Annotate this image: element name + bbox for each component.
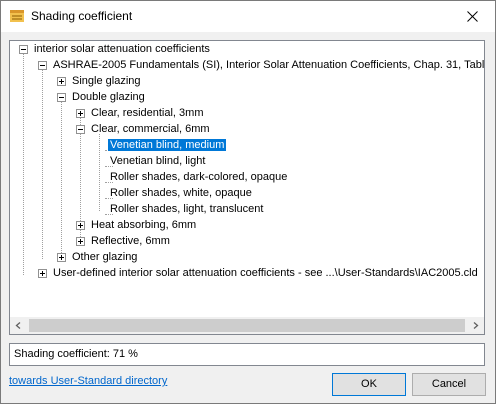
status-text: Shading coefficient: 71 % <box>14 348 138 360</box>
close-icon <box>466 11 478 22</box>
tree-item-label: Reflective, 6mm <box>91 235 170 247</box>
tree-item-clear-residential[interactable]: Clear, residential, 3mm <box>91 105 204 121</box>
tree-item-heat-absorbing[interactable]: Heat absorbing, 6mm <box>91 217 196 233</box>
tree-item-root[interactable]: interior solar attenuation coefficients <box>34 41 210 57</box>
tree-item-label: Single glazing <box>72 75 141 87</box>
tree-item-label: Roller shades, light, translucent <box>110 203 264 215</box>
tree-item-leaf[interactable]: Venetian blind, medium <box>108 137 227 153</box>
chevron-left-icon <box>15 322 21 329</box>
scrollbar-thumb[interactable] <box>29 319 465 332</box>
tree-item-leaf[interactable]: Venetian blind, light <box>110 153 205 169</box>
scroll-right-button[interactable] <box>467 317 484 334</box>
tree-item-label: Clear, residential, 3mm <box>91 107 204 119</box>
tree-item-label: Heat absorbing, 6mm <box>91 219 197 231</box>
status-field: Shading coefficient: 71 % <box>9 343 485 366</box>
expand-icon[interactable] <box>57 77 66 86</box>
collapse-icon[interactable] <box>76 125 85 134</box>
scroll-left-button[interactable] <box>10 317 27 334</box>
tree-item-label: Double glazing <box>72 91 145 103</box>
tree-item-ashrae[interactable]: ASHRAE-2005 Fundamentals (SI), Interior … <box>53 57 485 73</box>
horizontal-scrollbar[interactable] <box>10 317 484 334</box>
dialog-window: Shading coefficient interior solar atten… <box>0 0 496 404</box>
tree-item-label: Venetian blind, light <box>110 155 206 167</box>
tree-item-label: Roller shades, dark-colored, opaque <box>110 171 288 183</box>
collapse-icon[interactable] <box>19 45 28 54</box>
tree-item-label: interior solar attenuation coefficients <box>34 43 210 55</box>
expand-icon[interactable] <box>57 253 66 262</box>
tree-item-single-glazing[interactable]: Single glazing <box>72 73 141 89</box>
tree-item-leaf[interactable]: Roller shades, white, opaque <box>110 185 252 201</box>
expand-icon[interactable] <box>76 237 85 246</box>
tree-view[interactable]: interior solar attenuation coefficients … <box>9 40 485 335</box>
window-title: Shading coefficient <box>31 9 133 23</box>
collapse-icon[interactable] <box>57 93 66 102</box>
close-button[interactable] <box>449 1 495 32</box>
tree-item-reflective[interactable]: Reflective, 6mm <box>91 233 170 249</box>
cancel-button[interactable]: Cancel <box>412 373 486 396</box>
chevron-right-icon <box>473 322 479 329</box>
expand-icon[interactable] <box>76 221 85 230</box>
tree-item-double-glazing[interactable]: Double glazing <box>72 89 145 105</box>
title-bar: Shading coefficient <box>1 1 495 32</box>
tree-item-label: ASHRAE-2005 Fundamentals (SI), Interior … <box>53 59 485 71</box>
tree-item-label: Other glazing <box>72 251 138 263</box>
expand-icon[interactable] <box>38 269 47 278</box>
tree-item-other-glazing[interactable]: Other glazing <box>72 249 137 265</box>
tree-item-label: User-defined interior solar attenuation … <box>53 267 478 279</box>
tree-item-label: Clear, commercial, 6mm <box>91 123 210 135</box>
user-standard-directory-link[interactable]: towards User-Standard directory <box>9 375 167 387</box>
tree-item-clear-commercial[interactable]: Clear, commercial, 6mm <box>91 121 210 137</box>
tree-item-leaf[interactable]: Roller shades, light, translucent <box>110 201 263 217</box>
ok-button[interactable]: OK <box>332 373 406 396</box>
tree-item-label-selected: Venetian blind, medium <box>108 139 227 151</box>
collapse-icon[interactable] <box>38 61 47 70</box>
tree-item-label: Roller shades, white, opaque <box>110 187 252 199</box>
expand-icon[interactable] <box>76 109 85 118</box>
app-icon <box>10 10 24 22</box>
tree-item-leaf[interactable]: Roller shades, dark-colored, opaque <box>110 169 287 185</box>
tree-item-user-defined[interactable]: User-defined interior solar attenuation … <box>53 265 478 281</box>
